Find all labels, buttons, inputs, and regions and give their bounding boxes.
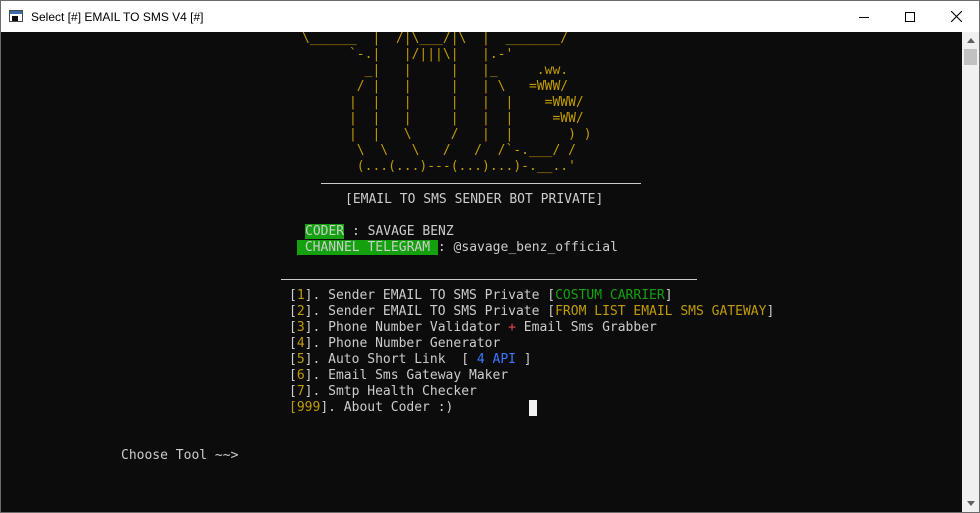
menu-item-4: [4]. Phone Number Generator — [289, 336, 501, 351]
close-icon — [950, 11, 962, 22]
chevron-up-icon — [966, 38, 975, 43]
coder-value: : SAVAGE BENZ — [344, 224, 454, 239]
vertical-scrollbar[interactable] — [962, 32, 979, 512]
console-app-icon — [9, 9, 25, 25]
menu-divider — [281, 279, 697, 280]
terminal-output[interactable]: \______ | /|\___/|\ | _______/ `-.| |/||… — [1, 32, 962, 512]
coder-label: CODER — [305, 224, 345, 239]
menu-item-7: [7]. Smtp Health Checker — [289, 384, 477, 399]
maximize-icon — [905, 11, 915, 22]
scroll-up-button[interactable] — [962, 32, 979, 49]
minimize-button[interactable] — [841, 1, 887, 32]
maximize-button[interactable] — [887, 1, 933, 32]
window-controls — [841, 1, 979, 32]
scrollbar-thumb[interactable] — [964, 49, 977, 65]
channel-value: : @savage_benz_official — [437, 240, 618, 255]
text-cursor — [529, 400, 537, 416]
ascii-art-banner: \______ | /|\___/|\ | _______/ `-.| |/||… — [302, 32, 592, 174]
console-window: Select [#] EMAIL TO SMS V4 [#] \______ |… — [0, 0, 980, 513]
menu-item-2: [2]. Sender EMAIL TO SMS Private [FROM L… — [289, 304, 775, 319]
menu-item-6: [6]. Email Sms Gateway Maker — [289, 368, 509, 383]
channel-line: CHANNEL TELEGRAM : @savage_benz_official — [297, 240, 618, 256]
choose-tool-prompt[interactable]: Choose Tool ~~> — [121, 448, 238, 464]
window-title: Select [#] EMAIL TO SMS V4 [#] — [31, 9, 204, 24]
title-bar[interactable]: Select [#] EMAIL TO SMS V4 [#] — [1, 1, 979, 32]
menu-item-5: [5]. Auto Short Link [ 4 API ] — [289, 352, 532, 367]
menu-item-999: [999]. About Coder :) — [289, 400, 454, 415]
menu-item-3: [3]. Phone Number Validator + Email Sms … — [289, 320, 657, 335]
close-button[interactable] — [933, 1, 979, 32]
coder-line: CODER : SAVAGE BENZ — [305, 224, 454, 240]
banner-subtitle: [EMAIL TO SMS SENDER BOT PRIVATE] — [345, 192, 604, 207]
scroll-down-button[interactable] — [962, 495, 979, 512]
menu-item-1: [1]. Sender EMAIL TO SMS Private [COSTUM… — [289, 288, 673, 303]
chevron-down-icon — [966, 501, 975, 506]
channel-label: CHANNEL TELEGRAM — [297, 240, 438, 255]
minimize-icon — [859, 16, 869, 18]
banner-divider — [321, 183, 641, 184]
